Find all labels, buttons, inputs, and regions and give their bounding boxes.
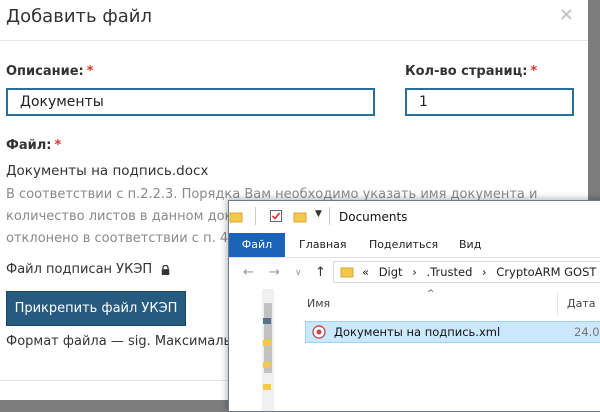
navigation-pane[interactable] [229,289,284,411]
tab-share[interactable]: Поделиться [365,233,442,257]
signed-text: Файл подписан УКЭП [6,262,153,277]
pages-label: Кол-во страниц: * [405,64,537,79]
path-segment[interactable]: Digt [379,265,403,279]
file-explorer-window[interactable]: ▼ Documents Файл Главная Поделиться Вид … [228,200,600,412]
file-label-text: Файл: [6,138,52,153]
tab-file[interactable]: Файл [229,233,285,257]
pc-icon [263,318,271,324]
file-name: Документы на подпись.xml [334,325,501,339]
window-title: Documents [339,210,408,224]
format-hint: Формат файла — sig. Максимальн [6,334,240,349]
recent-dropdown-icon[interactable]: ∨ [295,268,302,278]
file-name: Документы на подпись.docx [6,163,209,179]
tab-home[interactable]: Главная [295,233,351,257]
description-label-text: Описание: [6,64,84,79]
ribbon-tabs: Файл Главная Поделиться Вид [229,233,600,258]
file-list: ^ Имя Дата и Документы на подпись.xml 24… [299,289,600,411]
lock-icon [162,264,170,275]
forward-arrow-icon[interactable]: → [269,265,280,280]
file-date: 24.01.2 [574,325,600,339]
sort-indicator-icon: ^ [427,289,435,299]
path-segment[interactable]: .Trusted [426,265,472,279]
attach-signed-file-button[interactable]: Прикрепить файл УКЭП [6,291,186,326]
new-folder-icon[interactable] [293,210,307,224]
path-segment[interactable]: CryptoARM GOST [496,265,596,279]
description-input[interactable]: Документы [6,88,375,116]
pages-label-text: Кол-во страниц: [405,64,528,79]
file-label: Файл: * [6,138,61,153]
file-row[interactable]: Документы на подпись.xml 24.01.2 [305,321,600,343]
properties-icon[interactable] [269,209,283,223]
folder-icon [263,340,271,346]
dialog-title: Добавить файл [6,6,152,27]
tab-view[interactable]: Вид [455,233,485,257]
folder-icon [263,362,271,368]
address-path[interactable]: « Digt › .Trusted › CryptoARM GOST › [333,261,600,283]
separator [255,207,256,225]
quick-access-dropdown-icon[interactable]: ▼ [315,209,322,219]
path-separator: › [412,265,417,279]
folder-icon [229,212,243,223]
pages-input[interactable]: 1 [405,88,574,116]
column-divider [557,293,558,315]
up-arrow-icon[interactable]: ↑ [315,265,326,280]
folder-icon [263,384,271,390]
description-label: Описание: * [6,64,94,79]
address-bar: ← → ∨ ↑ « Digt › .Trusted › CryptoARM GO… [229,258,600,288]
signed-status: Файл подписан УКЭП [6,262,171,277]
separator [329,207,330,225]
required-mark: * [86,64,94,79]
signed-xml-file-icon [312,325,326,339]
column-header-date[interactable]: Дата и [567,297,600,310]
nav-scrollbar[interactable] [262,289,274,411]
folder-icon [340,267,354,278]
close-icon[interactable]: × [559,4,574,25]
required-mark: * [530,64,538,79]
required-mark: * [54,138,62,153]
back-arrow-icon[interactable]: ← [243,265,254,280]
path-separator: › [482,265,487,279]
path-prefix: « [362,265,370,279]
explorer-titlebar: ▼ Documents [229,201,600,233]
column-header-name[interactable]: Имя [307,297,330,310]
dialog-header: Добавить файл × [0,0,588,41]
explorer-content: ^ Имя Дата и Документы на подпись.xml 24… [229,289,600,411]
